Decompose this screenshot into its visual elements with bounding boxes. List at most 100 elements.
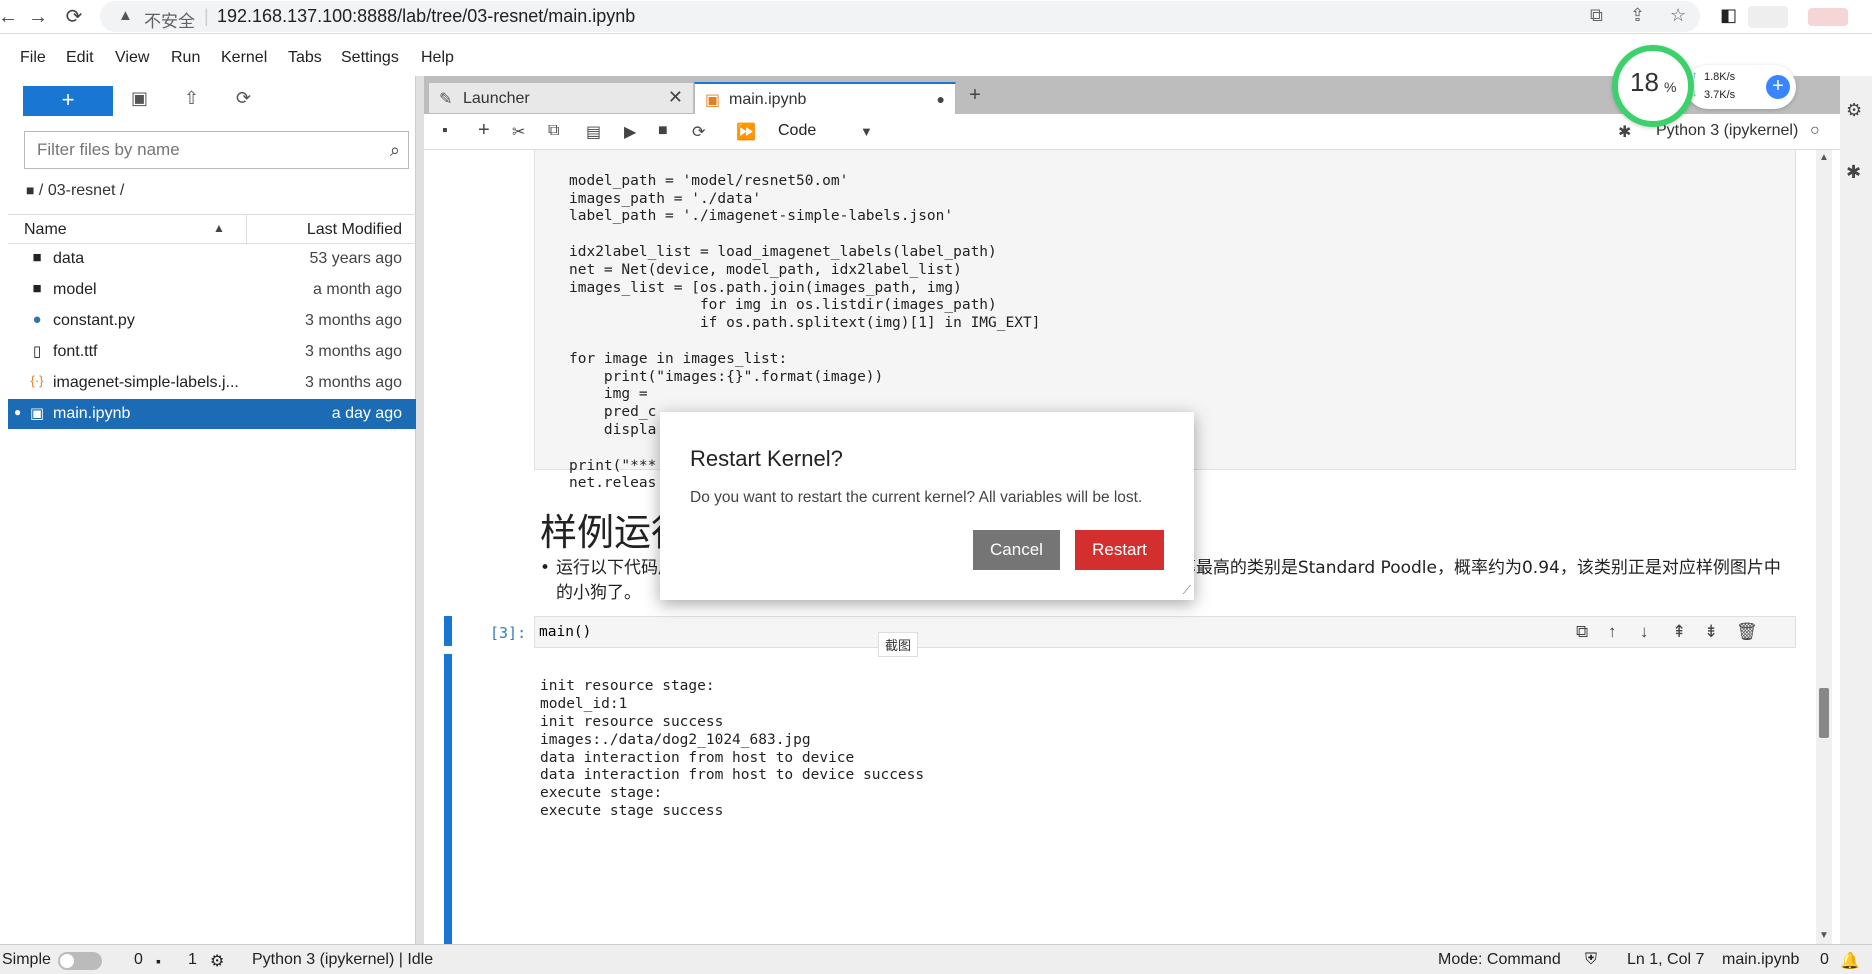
url-text[interactable]: 192.168.137.100:8888/lab/tree/03-resnet/… xyxy=(217,6,635,27)
unsaved-dot-icon[interactable]: ● xyxy=(937,91,945,107)
network-speed-widget[interactable]: ↑ 1.8K/s ↓ 3.7K/s + 18 % xyxy=(1612,45,1796,127)
run-icon[interactable]: ▶ xyxy=(624,122,636,142)
reload-icon[interactable]: ⟳ xyxy=(60,4,88,30)
terminal-icon[interactable]: ▪ xyxy=(156,953,161,969)
restart-run-all-icon[interactable]: ⏩ xyxy=(736,122,756,142)
refresh-icon[interactable]: ⟳ xyxy=(236,88,251,109)
property-inspector-icon[interactable]: ⚙ xyxy=(1846,100,1862,121)
kernel-count[interactable]: 1 xyxy=(188,951,197,969)
trusted-shield-icon[interactable]: ⛨ xyxy=(1585,951,1597,969)
folder-icon[interactable]: ■ xyxy=(26,182,34,198)
insert-below-icon[interactable]: ⇟ xyxy=(1704,622,1718,642)
bookmark-star-icon[interactable]: ☆ xyxy=(1670,5,1686,26)
output-line: execute stage: xyxy=(540,785,663,802)
filter-field[interactable]: ⌕ xyxy=(24,131,409,169)
menu-edit[interactable]: Edit xyxy=(66,49,94,67)
move-down-icon[interactable]: ↓ xyxy=(1640,622,1649,642)
save-icon[interactable]: ▪ xyxy=(442,122,448,140)
insert-cell-icon[interactable]: + xyxy=(478,119,490,142)
column-name[interactable]: Name xyxy=(24,221,67,239)
output-line: images:./data/dog2_1024_683.jpg xyxy=(540,731,811,748)
menu-run[interactable]: Run xyxy=(171,49,200,67)
output-line: init resource success xyxy=(540,713,724,730)
new-launcher-button[interactable]: + xyxy=(23,86,113,116)
duplicate-cell-icon[interactable]: ⧉ xyxy=(1576,622,1588,642)
copy-icon[interactable]: ⧉ xyxy=(548,122,559,140)
debugger-icon[interactable]: ✱ xyxy=(1846,162,1861,183)
menu-file[interactable]: File xyxy=(20,49,46,67)
restart-icon[interactable]: ⟳ xyxy=(692,122,705,142)
menu-view[interactable]: View xyxy=(115,49,149,67)
cancel-button[interactable]: Cancel xyxy=(973,530,1060,570)
menu-settings[interactable]: Settings xyxy=(341,49,399,67)
upload-icon[interactable]: ⇧ xyxy=(184,88,199,109)
extension-avatar[interactable] xyxy=(1808,8,1848,26)
upload-speed: 1.8K/s xyxy=(1704,71,1736,83)
scroll-thumb[interactable] xyxy=(1819,688,1829,738)
restart-button[interactable]: Restart xyxy=(1075,530,1164,570)
cell-code[interactable]: main() xyxy=(539,624,591,640)
chevron-down-icon[interactable]: ▼ xyxy=(860,124,873,139)
notebook-scrollbar[interactable]: ▲ ▼ xyxy=(1816,150,1832,944)
simple-mode-toggle[interactable] xyxy=(58,952,102,970)
back-icon[interactable]: ← xyxy=(0,4,22,30)
delete-cell-icon[interactable]: 🗑 xyxy=(1736,622,1758,642)
code-line: for image in images_list: xyxy=(569,350,788,367)
forward-icon[interactable]: → xyxy=(24,4,52,30)
column-last-modified[interactable]: Last Modified xyxy=(307,221,402,239)
terminal-count[interactable]: 0 xyxy=(134,951,143,969)
kernel-status[interactable]: Python 3 (ipykernel) | Idle xyxy=(252,951,433,969)
move-up-icon[interactable]: ↑ xyxy=(1608,622,1617,642)
paste-icon[interactable]: ▤ xyxy=(586,122,601,142)
bell-icon[interactable]: 🔔 xyxy=(1840,951,1860,971)
scroll-down-icon[interactable]: ▼ xyxy=(1819,930,1829,941)
file-row[interactable]: ▯ font.ttf 3 months ago xyxy=(8,337,416,367)
code-line: label_path = './imagenet-simple-labels.j… xyxy=(569,208,954,225)
translate-icon[interactable]: ⧉ xyxy=(1590,5,1603,26)
folder-icon: ■ xyxy=(32,280,42,297)
file-row[interactable]: ■ model a month ago xyxy=(8,275,416,305)
sidepanel-icon[interactable]: ◧ xyxy=(1720,5,1737,26)
insert-above-icon[interactable]: ⇞ xyxy=(1672,622,1686,642)
output-collapser[interactable] xyxy=(444,654,452,944)
cell-collapser[interactable] xyxy=(444,616,452,646)
warning-icon: ▲ xyxy=(118,7,133,24)
notebook-mode[interactable]: Mode: Command xyxy=(1438,951,1561,969)
file-modified: 3 months ago xyxy=(305,343,402,360)
boost-plus-icon[interactable]: + xyxy=(1766,75,1790,99)
notification-count[interactable]: 0 xyxy=(1820,951,1829,969)
sort-ascending-icon[interactable]: ▲ xyxy=(213,221,225,235)
new-folder-icon[interactable]: ▣ xyxy=(131,88,148,109)
kernel-gear-icon[interactable]: ⚙ xyxy=(210,951,224,971)
file-row[interactable]: ■ data 53 years ago xyxy=(8,244,416,274)
breadcrumb-path[interactable]: / 03-resnet / xyxy=(39,182,124,199)
file-row[interactable]: {·} imagenet-simple-labels.j... 3 months… xyxy=(8,368,416,398)
new-tab-button[interactable]: + xyxy=(960,84,990,112)
status-filename: main.ipynb xyxy=(1722,951,1800,968)
tab-launcher[interactable]: ✎ Launcher ✕ xyxy=(428,82,694,114)
menu-tabs[interactable]: Tabs xyxy=(288,49,322,67)
panel-splitter[interactable] xyxy=(416,76,424,944)
file-name: font.ttf xyxy=(53,343,98,360)
file-row[interactable]: ● constant.py 3 months ago xyxy=(8,306,416,336)
tab-main-ipynb[interactable]: ▣ main.ipynb ● xyxy=(694,82,956,114)
interrupt-icon[interactable]: ■ xyxy=(658,122,668,140)
file-row-selected[interactable]: ● ▣ main.ipynb a day ago xyxy=(8,399,416,429)
resize-handle-icon[interactable]: ⟋ xyxy=(1183,583,1191,598)
menu-kernel[interactable]: Kernel xyxy=(221,49,267,67)
scroll-up-icon[interactable]: ▲ xyxy=(1819,152,1829,163)
speed-pill: ↑ 1.8K/s ↓ 3.7K/s + xyxy=(1686,65,1796,109)
cursor-position[interactable]: Ln 1, Col 7 xyxy=(1627,951,1704,969)
cell-type-select[interactable]: Code xyxy=(778,122,816,140)
cut-icon[interactable]: ✂ xyxy=(512,122,525,142)
share-icon[interactable]: ⇪ xyxy=(1630,5,1645,26)
column-divider[interactable] xyxy=(246,215,247,245)
profile-avatar[interactable] xyxy=(1748,6,1788,28)
filter-input[interactable] xyxy=(25,132,365,168)
code-cell-input[interactable]: main() xyxy=(534,616,1796,648)
close-icon[interactable]: ✕ xyxy=(668,87,683,108)
notebook-icon: ▣ xyxy=(705,92,721,109)
address-bar[interactable]: ▲ 不安全 | 192.168.137.100:8888/lab/tree/03… xyxy=(100,1,1700,32)
code-line: images_list = [os.path.join(images_path,… xyxy=(569,279,962,296)
menu-help[interactable]: Help xyxy=(421,49,454,67)
